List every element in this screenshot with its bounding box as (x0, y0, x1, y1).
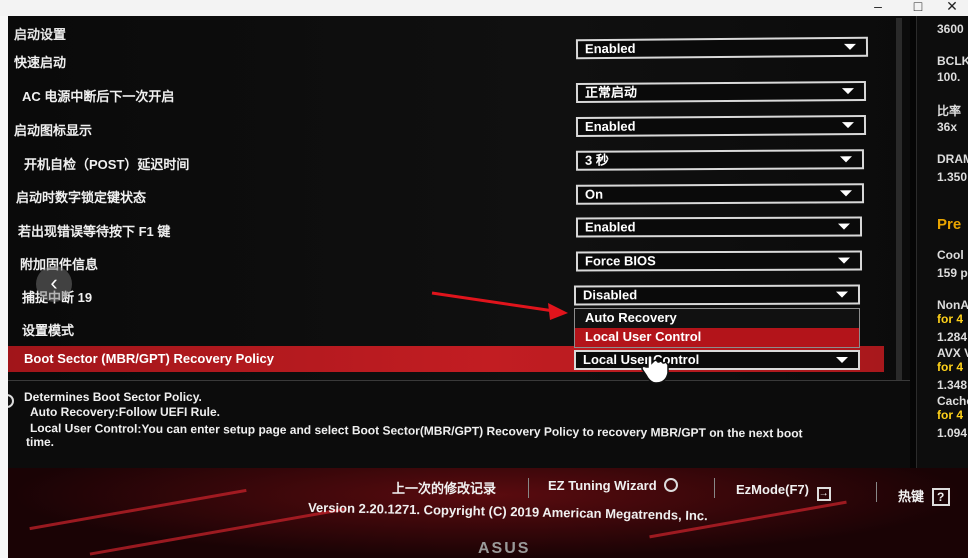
help-line: Local User Control:You can enter setup p… (29, 421, 803, 441)
row-label-numlock: 启动时数字锁定键状态 (16, 190, 147, 205)
dropdown-ac-power[interactable]: 正常启动 (575, 80, 867, 104)
help-line: time. (26, 435, 55, 449)
monitor-value: 1.350 (937, 170, 968, 184)
row-label-ac-power: AC 电源中断后下一次开启 (22, 89, 175, 104)
row-label-f1-wait: 若出现错误等待按下 F1 键 (18, 224, 171, 239)
dropdown-boot-sector-policy[interactable]: Local User Control (574, 350, 860, 370)
settings-panel: 启动设置 快速启动 Enabled AC 电源中断后下一次开启 正常启动 启动图… (8, 16, 910, 386)
viewer-left-strip (0, 16, 8, 558)
row-label-post-delay: 开机自检（POST）延迟时间 (24, 157, 190, 172)
help-icon: ? (931, 488, 950, 506)
dropdown-value: Disabled (582, 287, 638, 303)
dropdown-value: Enabled (584, 219, 636, 235)
chevron-down-icon (835, 291, 849, 298)
boot-sector-policy-label: Boot Sector (MBR/GPT) Recovery Policy (24, 351, 274, 366)
close-button[interactable]: ✕ (942, 0, 962, 15)
row-label-setup-mode: 设置模式 (22, 323, 75, 338)
monitor-value: 1.094 (937, 426, 968, 440)
monitor-label: AVX V (937, 346, 968, 360)
decor-streak (29, 488, 247, 531)
dropdown-fast-boot[interactable]: Enabled (575, 36, 869, 60)
monitor-label: NonA (937, 298, 968, 312)
hardware-monitor-panel: 3600 BCLK 100. 比率 36x DRAM 1.350 Pre Coo… (916, 16, 968, 476)
monitor-label: for 4 (937, 408, 964, 422)
option-local-user-control[interactable]: Local User Control (575, 328, 859, 347)
row-label-fast-boot: 快速启动 (14, 55, 67, 70)
ez-tuning-wizard-button[interactable]: EZ Tuning Wizard (548, 478, 679, 493)
version-text: Version 2.20.1271. Copyright (C) 2019 Am… (307, 499, 708, 524)
dropdown-post-delay[interactable]: 3 秒 (575, 149, 865, 171)
dropdown-options-popup: Auto Recovery Local User Control (574, 308, 860, 348)
chevron-down-icon (843, 43, 857, 50)
monitor-label: BCLK (937, 54, 968, 68)
dropdown-value: Enabled (584, 40, 636, 57)
help-line: Auto Recovery:Follow UEFI Rule. (30, 405, 221, 419)
maximize-button[interactable]: □ (908, 0, 928, 15)
footer-bar: 上一次的修改记录 EZ Tuning Wizard EzMode(F7) → 热… (8, 468, 968, 558)
bios-screen: 启动设置 快速启动 Enabled AC 电源中断后下一次开启 正常启动 启动图… (8, 16, 968, 558)
monitor-label: for 4 (937, 360, 964, 374)
dropdown-value: 正常启动 (584, 84, 638, 100)
chevron-down-icon (837, 257, 851, 264)
dropdown-f1-wait[interactable]: Enabled (575, 216, 863, 238)
chevron-down-icon (839, 156, 853, 163)
dropdown-int19[interactable]: Disabled (573, 284, 861, 306)
monitor-label: 比率 (937, 104, 962, 118)
monitor-value: 3600 (937, 22, 964, 36)
monitor-label: Cool (937, 248, 964, 262)
chevron-down-icon (841, 122, 855, 129)
chevron-down-icon (839, 190, 853, 197)
minimize-button[interactable]: – (868, 0, 888, 15)
help-panel: Determines Boot Sector Policy. Auto Reco… (8, 380, 910, 470)
help-line: Determines Boot Sector Policy. (24, 390, 202, 404)
monitor-section-title: Pre (937, 216, 962, 233)
ez-tuning-label: EZ Tuning Wizard (548, 478, 657, 493)
divider (528, 478, 529, 498)
lightbulb-icon (664, 478, 679, 492)
section-title: 启动设置 (14, 27, 67, 42)
chevron-down-icon (837, 223, 851, 230)
dropdown-value: On (584, 186, 604, 202)
exit-icon: → (816, 487, 831, 501)
ez-mode-label: EzMode(F7) (736, 482, 809, 497)
dropdown-numlock[interactable]: On (575, 183, 865, 205)
dropdown-firmware-info[interactable]: Force BIOS (575, 250, 863, 272)
monitor-value: 159 p (937, 266, 968, 280)
monitor-value: 100. (937, 70, 961, 84)
chevron-down-icon (841, 88, 855, 95)
monitor-label: DRAM (937, 152, 968, 166)
divider (714, 478, 715, 498)
monitor-label: Cache (937, 394, 968, 408)
previous-arrow-icon[interactable]: ‹ (36, 266, 72, 302)
ez-mode-button[interactable]: EzMode(F7) → (736, 482, 831, 501)
dropdown-value: Local User Control (583, 352, 700, 367)
scrollbar[interactable] (896, 18, 902, 388)
dropdown-value: 3 秒 (584, 152, 609, 168)
hotkeys-label: 热键 (898, 489, 925, 504)
dropdown-value: Force BIOS (584, 253, 656, 269)
option-auto-recovery[interactable]: Auto Recovery (575, 309, 859, 328)
divider (876, 482, 877, 502)
dropdown-boot-logo[interactable]: Enabled (575, 114, 867, 138)
dropdown-value: Enabled (584, 118, 636, 134)
row-label-boot-logo: 启动图标显示 (14, 123, 93, 138)
asus-logo: ASUS (478, 540, 531, 557)
chevron-down-icon (836, 357, 848, 363)
monitor-value: 1.348 (937, 378, 968, 392)
monitor-label: for 4 (937, 312, 964, 326)
viewer-toolbar: – □ ✕ (0, 0, 968, 16)
monitor-value: 36x (937, 120, 958, 134)
last-changes-button[interactable]: 上一次的修改记录 (392, 478, 496, 497)
monitor-value: 1.284 (937, 330, 968, 344)
hotkeys-button[interactable]: 热键 ? (898, 486, 950, 506)
